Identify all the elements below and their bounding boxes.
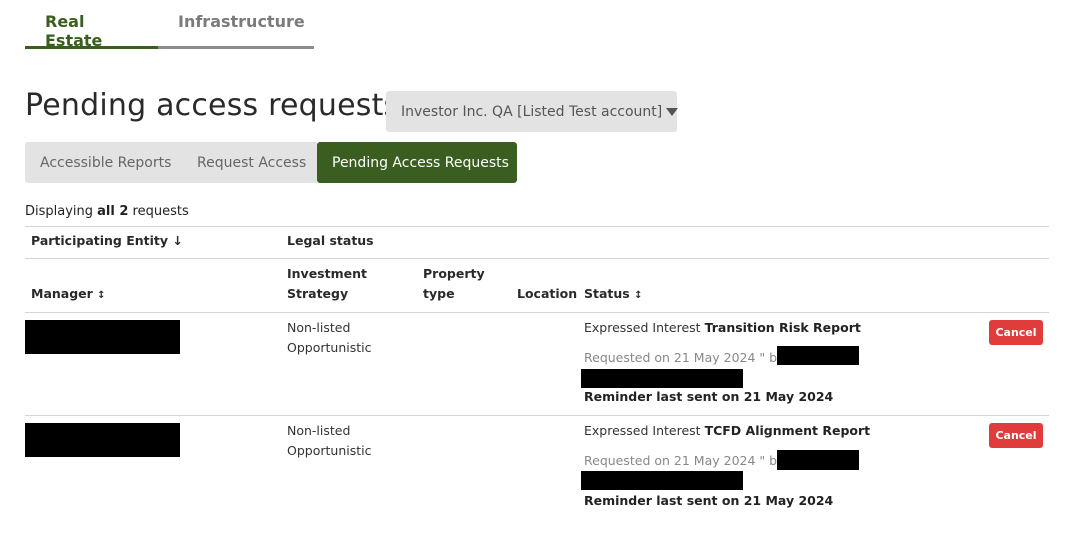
column-header-property-type: Property type — [423, 266, 485, 301]
status-value: Expressed Interest TCFD Alignment Report — [584, 423, 871, 438]
account-selector[interactable]: Investor Inc. QA [Listed Test account] — [386, 91, 679, 132]
redacted-requester — [777, 346, 859, 365]
redacted-requester-email — [581, 471, 743, 490]
strategy-value: Opportunistic — [287, 443, 372, 458]
column-header-location: Location — [517, 286, 578, 301]
divider — [25, 258, 1049, 259]
tab-accessible-reports[interactable]: Accessible Reports — [25, 142, 181, 183]
status-value: Expressed Interest Transition Risk Repor… — [584, 320, 861, 335]
account-selector-value: Investor Inc. QA [Listed Test account] — [401, 103, 663, 120]
cancel-button[interactable]: Cancel — [989, 423, 1043, 448]
column-header-investment-strategy: Investment Strategy — [287, 266, 367, 301]
legal-status-value: Non-listed — [287, 423, 351, 438]
divider — [25, 415, 1049, 416]
divider — [25, 312, 1049, 313]
column-header-legal-status: Legal status — [287, 233, 374, 248]
sort-icon: ↕ — [97, 290, 106, 301]
sort-arrow-down-icon: ↓ — [172, 233, 183, 248]
redacted-requester-email — [581, 369, 743, 388]
divider — [25, 226, 1049, 227]
redacted-manager — [25, 320, 180, 354]
page-title: Pending access requests — [25, 88, 400, 123]
requested-on: Requested on 21 May 2024 " by — [584, 453, 785, 468]
legal-status-value: Non-listed — [287, 320, 351, 335]
tab-pending-access-requests[interactable]: Pending Access Requests — [317, 142, 517, 183]
requested-on: Requested on 21 May 2024 " by — [584, 350, 785, 365]
reminder-last-sent: Reminder last sent on 21 May 2024 — [584, 493, 834, 508]
redacted-requester — [777, 450, 859, 470]
tab-real-estate[interactable]: Real Estate — [25, 0, 158, 50]
strategy-value: Opportunistic — [287, 340, 372, 355]
asset-class-tabs: Real Estate Infrastructure — [25, 0, 314, 50]
reminder-last-sent: Reminder last sent on 21 May 2024 — [584, 389, 834, 404]
caret-down-icon — [666, 107, 679, 116]
report-tabs: Accessible Reports Request Access Pendin… — [25, 142, 517, 183]
sort-icon: ↕ — [634, 290, 643, 301]
redacted-manager — [25, 423, 180, 457]
column-header-participating-entity[interactable]: Participating Entity ↓ — [31, 231, 183, 251]
column-header-status[interactable]: Status ↕ — [584, 284, 642, 306]
cancel-button[interactable]: Cancel — [989, 320, 1043, 345]
tab-request-access[interactable]: Request Access — [181, 142, 317, 183]
column-header-manager[interactable]: Manager ↕ — [31, 284, 106, 306]
results-count: Displaying all 2 requests — [25, 204, 189, 219]
tab-infrastructure[interactable]: Infrastructure — [158, 0, 314, 49]
